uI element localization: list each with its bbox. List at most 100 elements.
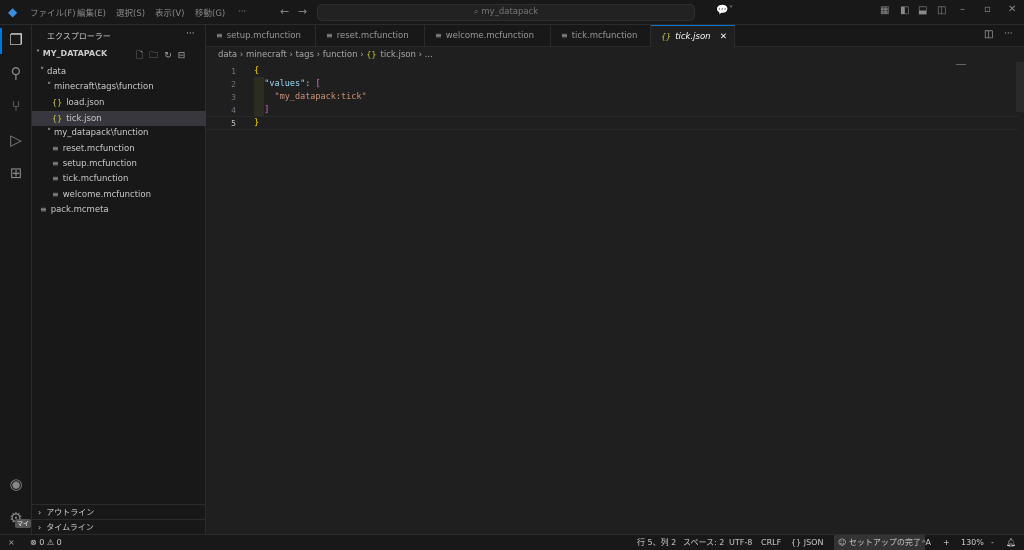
tree-item-label: minecraft\tags\function <box>53 82 154 93</box>
manage-gear-icon[interactable]: ⚙ <box>0 503 32 533</box>
tree-item[interactable]: ˅ data <box>32 65 206 80</box>
line-number: 3 <box>231 93 236 102</box>
close-window-icon[interactable]: ✕ <box>1008 4 1016 15</box>
menu-edit[interactable]: 編集(E) <box>77 7 106 19</box>
code-line: { <box>254 66 260 76</box>
zoom-in-button[interactable]: + <box>943 535 950 550</box>
run-debug-icon[interactable]: ▷ <box>0 125 32 155</box>
source-control-icon[interactable]: ⑂ <box>0 91 32 121</box>
file-icon: ≡ <box>40 204 47 214</box>
workspace-root[interactable]: ˅ MY_DATAPACK <box>36 49 107 58</box>
more-actions-button[interactable]: ··· <box>186 29 195 39</box>
json-icon: {} <box>52 113 63 123</box>
title-bar: ◆ ファイル(F) 編集(E) 選択(S) 表示(V) 移動(G) ··· ← … <box>0 0 1024 25</box>
error-icon: ⊗ <box>30 538 37 547</box>
command-center-search[interactable]: ⌕ my_datapack <box>317 4 695 21</box>
file-icon: ≡ <box>216 31 223 40</box>
setup-complete-button[interactable]: ☺ セットアップの完了 <box>834 535 925 550</box>
customize-layout-icon[interactable]: ▦ <box>880 5 889 16</box>
tab-welcome-mcfunction[interactable]: ≡ welcome.mcfunction <box>425 25 551 47</box>
breadcrumb-minecraft[interactable]: minecraft <box>246 50 287 60</box>
breadcrumb: data › minecraft › tags › function › {} t… <box>218 50 433 60</box>
tree-item[interactable]: ˅ minecraft\tags\function <box>32 80 206 95</box>
breadcrumb-data[interactable]: data <box>218 50 237 60</box>
tree-item[interactable]: ≡ tick.mcfunction <box>32 171 206 186</box>
close-tab-icon[interactable]: ✕ <box>720 26 727 48</box>
encoding[interactable]: UTF-8 <box>729 535 752 550</box>
forward-arrow-icon[interactable]: → <box>298 5 307 18</box>
accounts-badge: マイ <box>15 519 31 528</box>
timeline-section[interactable]: › タイムライン <box>32 519 206 534</box>
zoom-level[interactable]: 130% <box>961 535 984 550</box>
line-number: 1 <box>231 67 236 76</box>
menu-selection[interactable]: 選択(S) <box>116 7 145 19</box>
line-number: 2 <box>231 80 236 89</box>
file-icon: ≡ <box>435 31 442 40</box>
breadcrumb-tags[interactable]: tags <box>296 50 314 60</box>
explorer-sidebar: エクスプローラー ··· ˅ MY_DATAPACK 🗋🗀↻⊟ ˅ data ˅ … <box>32 25 206 534</box>
menu-view[interactable]: 表示(V) <box>155 7 184 19</box>
toggle-secondary-sidebar-icon[interactable]: ◫ <box>937 5 946 16</box>
copilot-icon: ☺ <box>838 538 847 547</box>
explorer-actions[interactable]: 🗋🗀↻⊟ <box>136 48 191 64</box>
indentation[interactable]: スペース: 2 <box>683 535 724 550</box>
tree-item-label: tick.json <box>66 113 102 124</box>
breadcrumb-function[interactable]: function <box>323 50 358 60</box>
code-line: ] <box>264 105 270 115</box>
breadcrumb-file[interactable]: tick.json <box>381 50 416 60</box>
json-icon: {} <box>366 50 377 59</box>
tab-setup-mcfunction[interactable]: ≡ setup.mcfunction <box>206 25 316 47</box>
remote-icon[interactable]: ⨯ <box>8 535 15 550</box>
activity-bar: ❐ ⚲ ⑂ ▷ ⊞ ◉ ⚙ マイ <box>0 25 32 534</box>
current-line-highlight <box>206 116 1018 130</box>
tree-item[interactable]: ≡ reset.mcfunction <box>32 141 206 156</box>
line-ending[interactable]: CRLF <box>761 535 781 550</box>
file-icon: ≡ <box>52 189 59 199</box>
json-icon: {} <box>52 98 63 108</box>
vscode-logo-icon: ◆ <box>8 5 18 19</box>
tree-item[interactable]: ˅ my_datapack\function <box>32 126 206 141</box>
notifications-bell-icon[interactable]: 🔔︎ <box>1006 535 1016 550</box>
json-icon: {} <box>661 32 672 41</box>
problems-status[interactable]: ⊗ 0 ⚠ 0 <box>30 535 62 550</box>
chevron-down-icon: ˅ <box>47 127 54 138</box>
search-icon[interactable]: ⚲ <box>0 58 32 88</box>
menu-go[interactable]: 移動(G) <box>195 7 225 19</box>
tree-item[interactable]: ≡ welcome.mcfunction <box>32 187 206 202</box>
explorer-icon[interactable]: ❐ <box>0 25 32 55</box>
tree-item-label: load.json <box>66 98 105 109</box>
cursor-position[interactable]: 行 5、列 2 <box>637 535 676 550</box>
menu-more[interactable]: ··· <box>238 7 246 17</box>
extensions-icon[interactable]: ⊞ <box>0 158 32 188</box>
tab-tick-json[interactable]: {} tick.json ✕ <box>651 25 735 48</box>
tree-item-label: tick.mcfunction <box>62 174 129 185</box>
back-arrow-icon[interactable]: ← <box>280 5 289 18</box>
line-number: 5 <box>231 119 236 128</box>
file-icon: ≡ <box>52 159 59 169</box>
tree-item[interactable]: {} tick.json <box>32 110 206 126</box>
toggle-panel-icon[interactable]: ⬓ <box>918 5 927 16</box>
toggle-sidebar-icon[interactable]: ◧ <box>900 5 909 16</box>
tree-item-label: reset.mcfunction <box>62 144 135 154</box>
breadcrumb-symbols[interactable]: ... <box>425 50 433 60</box>
language-mode[interactable]: {} JSON <box>791 535 823 550</box>
code-line: "values": [ <box>264 79 321 89</box>
menu-file[interactable]: ファイル(F) <box>30 7 76 19</box>
copilot-chat-icon[interactable]: 💬˅ <box>716 5 733 16</box>
tree-item[interactable]: ≡ pack.mcmeta <box>32 202 206 217</box>
minimap[interactable] <box>956 64 966 65</box>
restore-icon[interactable]: ▫ <box>984 4 991 15</box>
zoom-out-button[interactable]: - <box>991 535 994 550</box>
tree-item[interactable]: ≡ setup.mcfunction <box>32 156 206 171</box>
editor-more-icon[interactable]: ··· <box>1004 29 1013 39</box>
tab-reset-mcfunction[interactable]: ≡ reset.mcfunction <box>316 25 425 47</box>
editor-scrollbar[interactable] <box>1016 62 1024 112</box>
minimize-icon[interactable]: – <box>960 4 965 15</box>
accounts-icon[interactable]: ◉ <box>0 469 32 499</box>
tree-item[interactable]: {} load.json <box>32 95 206 110</box>
outline-section[interactable]: › アウトライン <box>32 504 206 519</box>
tab-tick-mcfunction[interactable]: ≡ tick.mcfunction <box>551 25 651 47</box>
font-size-icon[interactable]: ᴬA <box>922 535 931 550</box>
split-editor-icon[interactable]: ◫ <box>984 29 993 40</box>
tree-item-label: pack.mcmeta <box>50 204 109 215</box>
